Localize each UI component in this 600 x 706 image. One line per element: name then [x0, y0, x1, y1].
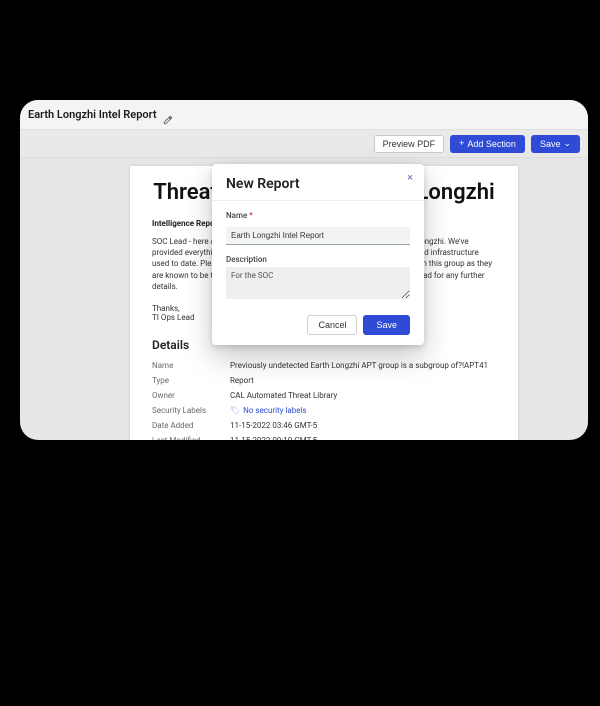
new-report-modal: × New Report Name* Description For the S…	[212, 164, 424, 345]
table-row: Last Modified 11-15-2022 09:10 GMT-5	[152, 433, 496, 440]
detail-value: 11-15-2022 03:46 GMT-5	[230, 421, 496, 430]
tag-icon: 🏷	[230, 406, 240, 415]
detail-key: Name	[152, 361, 230, 370]
table-row: Type Report	[152, 373, 496, 388]
detail-key: Owner	[152, 391, 230, 400]
add-section-label: Add Section	[467, 139, 516, 149]
table-row: Owner CAL Automated Threat Library	[152, 388, 496, 403]
security-labels-link[interactable]: No security labels	[243, 406, 306, 415]
name-label: Name*	[226, 211, 410, 220]
preview-pdf-button[interactable]: Preview PDF	[374, 135, 445, 153]
chevron-down-icon: ⌄	[563, 139, 571, 148]
plus-icon: +	[459, 139, 464, 148]
table-row: Security Labels 🏷No security labels	[152, 403, 496, 418]
save-button[interactable]: Save	[363, 315, 410, 335]
toolbar: Preview PDF + Add Section Save ⌄	[20, 130, 588, 158]
divider	[212, 200, 424, 201]
detail-key: Security Labels	[152, 406, 230, 415]
details-table: Name Previously undetected Earth Longzhi…	[152, 358, 496, 440]
detail-value: Report	[230, 376, 496, 385]
description-label: Description	[226, 255, 410, 264]
app-window: Earth Longzhi Intel Report Preview PDF +…	[20, 100, 588, 440]
titlebar: Earth Longzhi Intel Report	[20, 100, 588, 130]
detail-value: 11-15-2022 09:10 GMT-5	[230, 436, 496, 440]
add-section-button[interactable]: + Add Section	[450, 135, 525, 153]
cancel-button[interactable]: Cancel	[307, 315, 357, 335]
detail-value: Previously undetected Earth Longzhi APT …	[230, 361, 496, 370]
required-asterisk: *	[249, 211, 253, 220]
detail-key: Type	[152, 376, 230, 385]
detail-key: Date Added	[152, 421, 230, 430]
modal-actions: Cancel Save	[226, 315, 410, 335]
cancel-label: Cancel	[318, 320, 346, 330]
name-label-text: Name	[226, 211, 247, 220]
close-icon[interactable]: ×	[404, 172, 416, 184]
save-label: Save	[376, 320, 397, 330]
modal-title: New Report	[226, 176, 410, 192]
detail-value: CAL Automated Threat Library	[230, 391, 496, 400]
save-dropdown-button[interactable]: Save ⌄	[531, 135, 580, 153]
save-label: Save	[540, 139, 561, 149]
detail-value[interactable]: 🏷No security labels	[230, 406, 496, 415]
table-row: Date Added 11-15-2022 03:46 GMT-5	[152, 418, 496, 433]
edit-icon[interactable]	[163, 110, 173, 120]
name-input[interactable]	[226, 227, 410, 245]
table-row: Name Previously undetected Earth Longzhi…	[152, 358, 496, 373]
preview-pdf-label: Preview PDF	[383, 139, 436, 149]
page-title: Earth Longzhi Intel Report	[28, 108, 157, 121]
detail-key: Last Modified	[152, 436, 230, 440]
description-textarea[interactable]: For the SOC	[226, 267, 410, 299]
